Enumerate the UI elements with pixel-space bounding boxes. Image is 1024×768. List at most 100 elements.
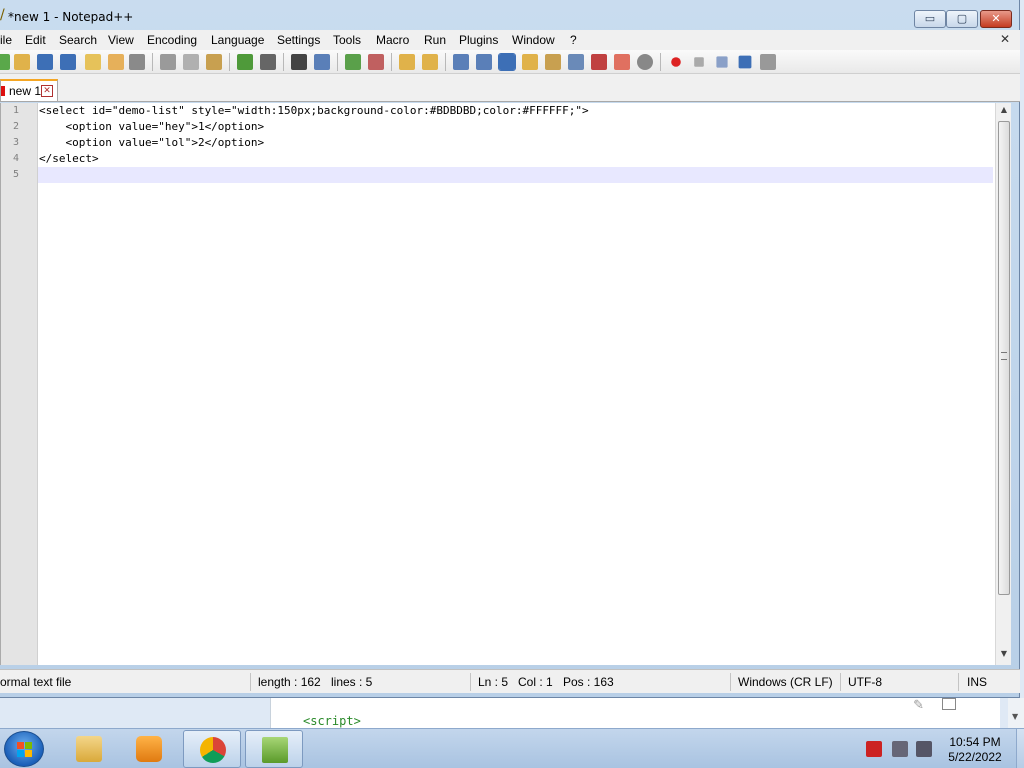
menu-tools[interactable]: Tools bbox=[333, 33, 361, 47]
toolbar-separator bbox=[152, 53, 153, 71]
background-scrollbar[interactable]: ▼ bbox=[1008, 698, 1024, 728]
document-close-icon[interactable]: ✕ bbox=[1000, 32, 1010, 46]
word-wrap-icon[interactable] bbox=[453, 54, 469, 70]
code-line[interactable]: </select> bbox=[39, 151, 99, 167]
scrollbar-thumb[interactable] bbox=[998, 121, 1010, 595]
toolbar bbox=[0, 50, 1020, 74]
tab-new-1[interactable]: new 1 ✕ bbox=[0, 79, 58, 101]
clock-date[interactable]: 5/22/2022 bbox=[940, 750, 1010, 764]
record-icon-disabled[interactable] bbox=[637, 54, 653, 70]
find-icon[interactable] bbox=[291, 54, 307, 70]
clock-time[interactable]: 10:54 PM bbox=[940, 735, 1010, 749]
save-all-icon[interactable] bbox=[60, 54, 76, 70]
menu-language[interactable]: Language bbox=[211, 33, 264, 47]
notepadpp-app-icon[interactable]: / bbox=[0, 7, 6, 23]
close-all-icon[interactable] bbox=[108, 54, 124, 70]
redo-icon[interactable] bbox=[260, 54, 276, 70]
document-map-icon[interactable] bbox=[545, 54, 561, 70]
status-insert-mode[interactable]: INS bbox=[967, 675, 987, 689]
pen-icon[interactable]: ✎ bbox=[913, 698, 924, 713]
status-lines: lines : 5 bbox=[331, 675, 373, 689]
toolbar-separator bbox=[391, 53, 392, 71]
save-icon[interactable] bbox=[37, 54, 53, 70]
current-line-highlight bbox=[38, 167, 993, 183]
taskbar-chrome[interactable] bbox=[183, 730, 241, 768]
taskbar-notepadpp[interactable] bbox=[245, 730, 303, 768]
print-icon[interactable] bbox=[129, 54, 145, 70]
line-number-gutter: 1 2 3 4 5 bbox=[1, 103, 38, 665]
sync-vertical-icon[interactable] bbox=[399, 54, 415, 70]
menu-settings[interactable]: Settings bbox=[277, 33, 320, 47]
title-bar[interactable]: / *new 1 - Notepad++ ▭ ▢ ✕ bbox=[0, 0, 1020, 30]
minimize-button[interactable]: ▭ bbox=[914, 10, 946, 28]
status-separator bbox=[840, 673, 841, 691]
indent-guide-icon[interactable] bbox=[498, 53, 516, 71]
new-file-icon[interactable] bbox=[0, 54, 10, 70]
macro-run-multiple-icon[interactable] bbox=[738, 55, 752, 69]
paste-icon[interactable] bbox=[206, 54, 222, 70]
editor-area[interactable]: 1 2 3 4 5 <select id="demo-list" style="… bbox=[0, 103, 1011, 665]
menu-view[interactable]: View bbox=[108, 33, 134, 47]
status-encoding[interactable]: UTF-8 bbox=[848, 675, 882, 689]
macro-record-icon[interactable] bbox=[671, 57, 681, 67]
action-center-icon[interactable] bbox=[866, 741, 882, 757]
menu-bar: ile Edit Search View Encoding Language S… bbox=[0, 30, 1020, 50]
menu-window[interactable]: Window bbox=[512, 33, 555, 47]
folder-as-workspace-icon[interactable] bbox=[591, 54, 607, 70]
window-square-icon[interactable] bbox=[942, 698, 956, 710]
line-number: 3 bbox=[12, 137, 19, 148]
background-window: <script> ✎ bbox=[270, 698, 1000, 728]
close-button[interactable]: ✕ bbox=[980, 10, 1012, 28]
copy-icon[interactable] bbox=[183, 54, 199, 70]
open-file-icon[interactable] bbox=[14, 54, 30, 70]
windows-logo-icon bbox=[17, 742, 33, 758]
menu-run[interactable]: Run bbox=[424, 33, 446, 47]
cut-icon[interactable] bbox=[160, 54, 176, 70]
function-list-icon[interactable] bbox=[568, 54, 584, 70]
close-file-icon[interactable] bbox=[85, 54, 101, 70]
sync-horizontal-icon[interactable] bbox=[422, 54, 438, 70]
scroll-up-arrow-icon[interactable]: ▲ bbox=[996, 105, 1012, 119]
macro-save-icon[interactable] bbox=[760, 54, 776, 70]
user-language-icon[interactable] bbox=[522, 54, 538, 70]
menu-file[interactable]: ile bbox=[0, 33, 12, 47]
status-file-type: ormal text file bbox=[0, 675, 72, 689]
menu-edit[interactable]: Edit bbox=[25, 33, 46, 47]
zoom-out-icon[interactable] bbox=[368, 54, 384, 70]
show-all-chars-icon[interactable] bbox=[476, 54, 492, 70]
explorer-icon bbox=[76, 736, 102, 762]
monitoring-icon[interactable] bbox=[614, 54, 630, 70]
code-line[interactable]: <select id="demo-list" style="width:150p… bbox=[39, 103, 589, 119]
menu-macro[interactable]: Macro bbox=[376, 33, 409, 47]
status-column: Col : 1 bbox=[518, 675, 553, 689]
toolbar-separator bbox=[445, 53, 446, 71]
code-line[interactable]: <option value="lol">2</option> bbox=[39, 135, 264, 151]
status-line-number: Ln : 5 bbox=[478, 675, 509, 689]
menu-plugins[interactable]: Plugins bbox=[459, 33, 498, 47]
maximize-button[interactable]: ▢ bbox=[946, 10, 978, 28]
menu-encoding[interactable]: Encoding bbox=[147, 33, 197, 47]
toolbar-separator bbox=[283, 53, 284, 71]
macro-stop-icon[interactable] bbox=[694, 57, 704, 67]
zoom-in-icon[interactable] bbox=[345, 54, 361, 70]
replace-icon[interactable] bbox=[314, 54, 330, 70]
scroll-down-arrow-icon[interactable]: ▼ bbox=[1012, 712, 1018, 721]
vertical-scrollbar[interactable]: ▲ ▼ bbox=[995, 103, 1011, 665]
taskbar-media-player[interactable] bbox=[120, 730, 178, 768]
scroll-down-arrow-icon[interactable]: ▼ bbox=[996, 649, 1012, 663]
tab-label: new 1 bbox=[9, 84, 42, 98]
start-button[interactable] bbox=[4, 731, 44, 767]
macro-play-icon[interactable] bbox=[716, 56, 728, 68]
code-line[interactable]: <option value="hey">1</option> bbox=[39, 119, 264, 135]
tab-close-icon[interactable]: ✕ bbox=[41, 85, 53, 97]
menu-help[interactable]: ? bbox=[570, 33, 577, 47]
undo-icon[interactable] bbox=[237, 54, 253, 70]
line-number: 1 bbox=[12, 105, 19, 116]
status-eol-format[interactable]: Windows (CR LF) bbox=[738, 675, 833, 689]
volume-icon[interactable] bbox=[916, 741, 932, 757]
taskbar-explorer[interactable] bbox=[60, 730, 118, 768]
unsaved-file-icon bbox=[1, 86, 5, 96]
show-desktop-button[interactable] bbox=[1016, 729, 1024, 768]
menu-search[interactable]: Search bbox=[59, 33, 97, 47]
network-icon[interactable] bbox=[892, 741, 908, 757]
